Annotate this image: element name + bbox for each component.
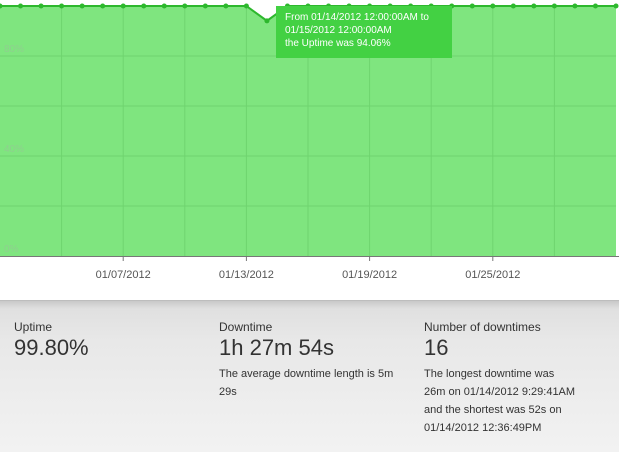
data-point[interactable] bbox=[572, 3, 578, 9]
data-point[interactable] bbox=[243, 3, 249, 9]
uptime-value: 99.80% bbox=[14, 335, 89, 360]
downtime-label: Downtime bbox=[219, 320, 273, 334]
data-point[interactable] bbox=[141, 3, 147, 9]
data-point[interactable] bbox=[18, 3, 24, 9]
downtime-stat: Downtime 1h 27m 54s The average downtime… bbox=[219, 320, 409, 401]
downtime-count-description: The longest downtime was 26m on 01/14/20… bbox=[424, 365, 614, 437]
data-point[interactable] bbox=[161, 3, 167, 9]
y-tick-label: 80% bbox=[4, 44, 24, 55]
tooltip-line-2: 01/15/2012 12:00:00AM bbox=[285, 25, 392, 36]
downtime-value: 1h 27m 54s bbox=[219, 335, 334, 360]
downtime-count-desc-line-4: 01/14/2012 12:36:49PM bbox=[424, 422, 542, 434]
data-point[interactable] bbox=[531, 3, 537, 9]
uptime-chart[interactable]: 0% 40% 80% 01/07/2012 01/13/2012 01/19/2012 01… bbox=[0, 0, 619, 300]
downtime-count-label: Number of downtimes bbox=[424, 320, 541, 334]
y-tick-label: 40% bbox=[4, 144, 24, 155]
chart-tooltip: From 01/14/2012 12:00:00AM to 01/15/2012… bbox=[276, 6, 452, 58]
data-point[interactable] bbox=[59, 3, 65, 9]
data-point[interactable] bbox=[223, 3, 229, 9]
data-point[interactable] bbox=[592, 3, 598, 9]
downtime-count-desc-line-2: 26m on 01/14/2012 9:29:41AM bbox=[424, 386, 576, 398]
x-tick-label: 01/19/2012 bbox=[342, 269, 397, 281]
tooltip-line-3: the Uptime was 94.06% bbox=[285, 38, 391, 49]
data-point[interactable] bbox=[79, 3, 85, 9]
data-point[interactable] bbox=[264, 18, 270, 24]
x-tick-label: 01/07/2012 bbox=[96, 269, 151, 281]
downtime-count-value: 16 bbox=[424, 335, 449, 360]
data-point[interactable] bbox=[182, 3, 188, 9]
downtime-count-stat: Number of downtimes 16 The longest downt… bbox=[424, 320, 614, 437]
x-tick-label: 01/13/2012 bbox=[219, 269, 274, 281]
downtime-count-desc-line-1: The longest downtime was bbox=[424, 368, 555, 380]
data-point[interactable] bbox=[510, 3, 516, 9]
data-point[interactable] bbox=[490, 3, 496, 9]
data-point[interactable] bbox=[38, 3, 44, 9]
uptime-stat: Uptime 99.80% bbox=[14, 320, 89, 361]
stats-panel: Uptime 99.80% Downtime 1h 27m 54s The av… bbox=[0, 300, 619, 452]
downtime-count-desc-line-3: and the shortest was 52s on bbox=[424, 404, 562, 416]
y-tick-label: 0% bbox=[4, 244, 19, 255]
uptime-label: Uptime bbox=[14, 320, 53, 334]
data-point[interactable] bbox=[469, 3, 475, 9]
data-point[interactable] bbox=[202, 3, 208, 9]
data-point[interactable] bbox=[613, 3, 619, 9]
data-point[interactable] bbox=[551, 3, 557, 9]
x-tick-label: 01/25/2012 bbox=[465, 269, 520, 281]
data-point[interactable] bbox=[120, 3, 126, 9]
tooltip-line-1: From 01/14/2012 12:00:00AM to bbox=[285, 12, 429, 23]
downtime-description: The average downtime length is 5m 29s bbox=[219, 368, 394, 398]
data-point[interactable] bbox=[100, 3, 106, 9]
